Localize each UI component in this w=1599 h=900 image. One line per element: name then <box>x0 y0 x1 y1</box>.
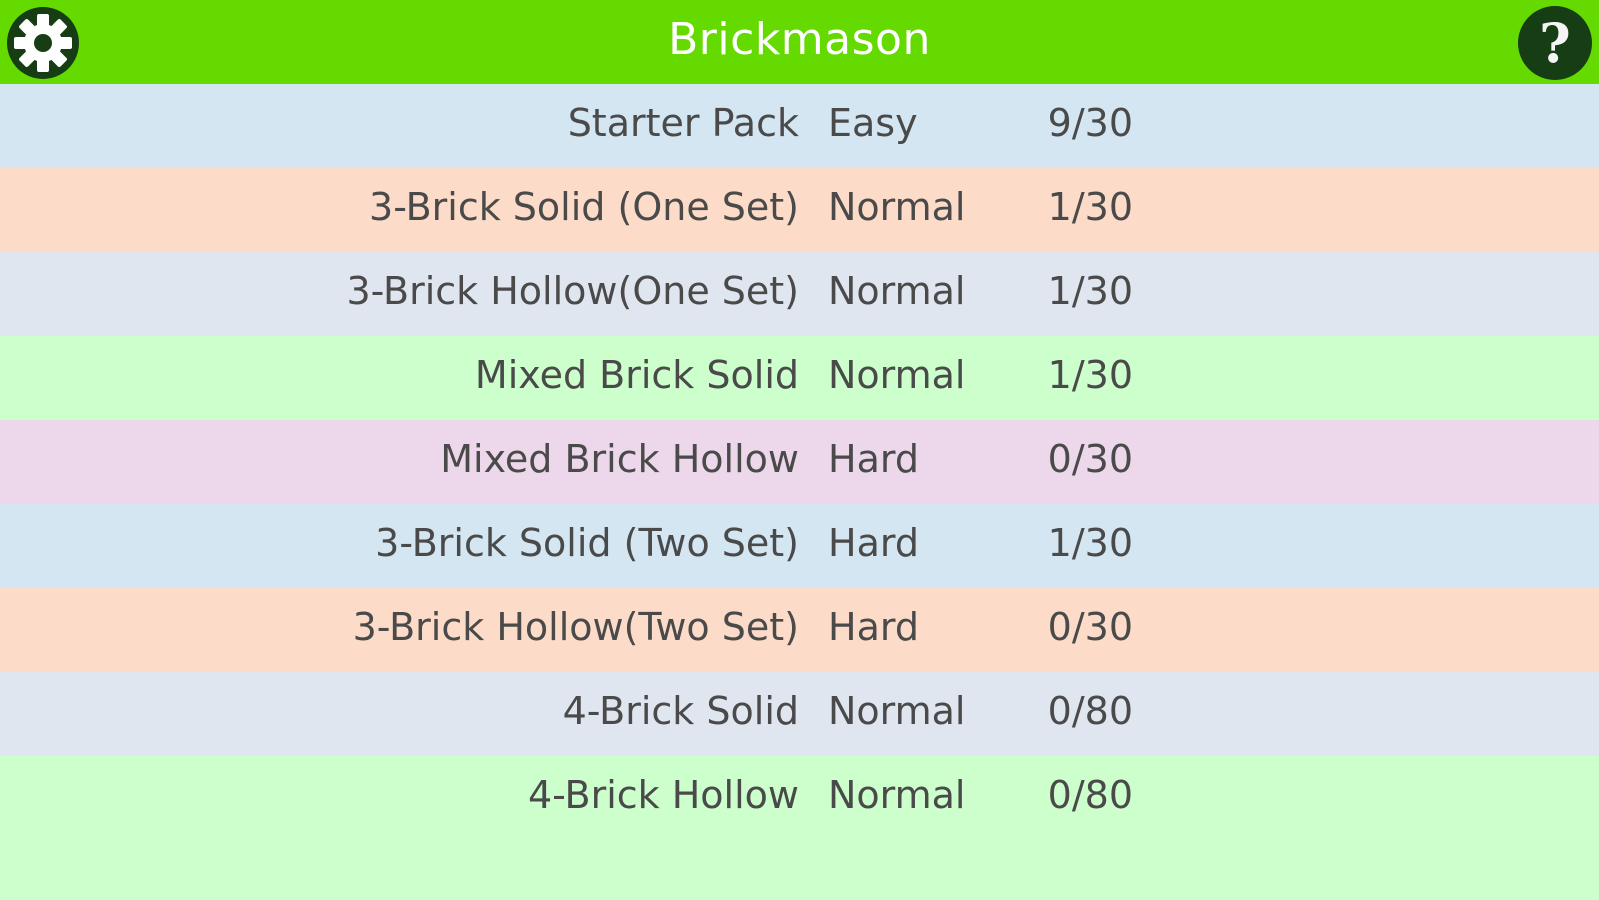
header-bar: Brickmason ? <box>0 0 1599 84</box>
pack-list: Starter Pack Easy 9/30 3-Brick Solid (One S… <box>0 84 1599 900</box>
pack-progress: 1/30 <box>1047 185 1133 229</box>
settings-button[interactable] <box>6 6 80 80</box>
help-glyph: ? <box>1539 11 1571 75</box>
pack-difficulty: Hard <box>828 437 919 481</box>
pack-name: 3-Brick Solid (Two Set) <box>375 521 799 565</box>
brickmason-app: Brickmason ? Starter Pack Easy 9/30 3-Br… <box>0 0 1599 900</box>
pack-progress: 1/30 <box>1047 353 1133 397</box>
pack-row[interactable]: 3-Brick Solid (One Set) Normal 1/30 <box>0 168 1599 252</box>
pack-name: Mixed Brick Solid <box>474 353 799 397</box>
pack-name: 4-Brick Hollow <box>527 773 799 817</box>
pack-difficulty: Easy <box>828 101 918 145</box>
pack-difficulty: Normal <box>828 689 966 733</box>
pack-progress: 1/30 <box>1047 521 1133 565</box>
pack-name: 3-Brick Hollow(One Set) <box>346 269 799 313</box>
pack-difficulty: Normal <box>828 353 966 397</box>
pack-row[interactable]: 3-Brick Solid (Two Set) Hard 1/30 <box>0 504 1599 588</box>
pack-difficulty: Normal <box>828 269 966 313</box>
pack-progress: 0/80 <box>1047 773 1133 817</box>
pack-name: Mixed Brick Hollow <box>440 437 799 481</box>
pack-difficulty: Hard <box>828 605 919 649</box>
pack-progress: 9/30 <box>1047 101 1133 145</box>
pack-progress: 0/80 <box>1047 689 1133 733</box>
gear-icon <box>7 7 79 79</box>
pack-progress: 1/30 <box>1047 269 1133 313</box>
pack-name: 3-Brick Hollow(Two Set) <box>352 605 799 649</box>
pack-name: 4-Brick Solid <box>562 689 799 733</box>
pack-row[interactable]: 4-Brick Hollow Normal 0/80 <box>0 756 1599 840</box>
pack-difficulty: Normal <box>828 185 966 229</box>
pack-name: 3-Brick Solid (One Set) <box>369 185 799 229</box>
pack-difficulty: Hard <box>828 521 919 565</box>
pack-name: Starter Pack <box>567 101 799 145</box>
pack-row[interactable]: 3-Brick Hollow(Two Set) Hard 0/30 <box>0 588 1599 672</box>
app-title: Brickmason <box>668 14 931 65</box>
pack-progress: 0/30 <box>1047 605 1133 649</box>
pack-row[interactable]: Starter Pack Easy 9/30 <box>0 84 1599 168</box>
pack-row[interactable]: 4-Brick Solid Normal 0/80 <box>0 672 1599 756</box>
pack-row[interactable]: Mixed Brick Hollow Hard 0/30 <box>0 420 1599 504</box>
pack-difficulty: Normal <box>828 773 966 817</box>
help-button[interactable]: ? <box>1518 6 1592 80</box>
pack-row[interactable]: Mixed Brick Solid Normal 1/30 <box>0 336 1599 420</box>
pack-progress: 0/30 <box>1047 437 1133 481</box>
pack-row[interactable]: 3-Brick Hollow(One Set) Normal 1/30 <box>0 252 1599 336</box>
